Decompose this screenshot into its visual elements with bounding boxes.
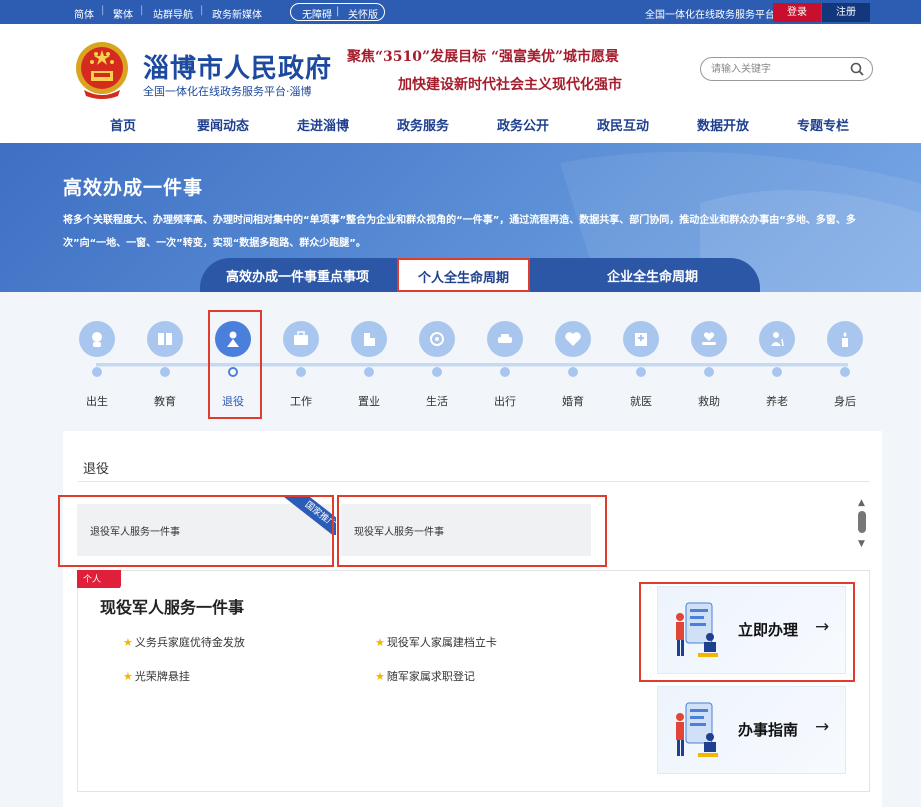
stage-label: 养老 [766,395,788,408]
site-title: 淄博市人民政府 [143,54,333,84]
service-item[interactable]: ★ 义务兵家庭优待金发放 [123,634,245,650]
register-button[interactable]: 注册 [822,3,870,22]
accessibility-group: 无障碍 | 关怀版 [290,3,385,21]
search-icon[interactable] [850,62,864,76]
stage-dot [432,367,442,377]
service-detail: 个人 现役军人服务一件事 ★ 义务兵家庭优待金发放 ★ 现役军人家属建档立卡 ★ 光荣… [77,570,870,792]
hospital-icon [623,321,659,357]
site-nav-link[interactable]: 站群导航 [153,6,193,21]
tab-enterprise-lifecycle[interactable]: 企业全生命周期 [607,266,698,285]
book-icon [147,321,183,357]
scrollbar-thumb[interactable] [858,511,866,533]
login-button[interactable]: 登录 [773,3,821,22]
highlight-frame [58,495,334,567]
divider: | [101,5,105,16]
national-emblem-icon [76,42,128,99]
scroll-up-arrow-icon[interactable]: ▲ [858,498,865,508]
service-item[interactable]: ★ 随军家属求职登记 [375,668,475,684]
divider: | [200,5,204,16]
stage-label: 出行 [494,395,516,408]
heart-icon [555,321,591,357]
divider: | [336,6,340,17]
briefcase-icon [283,321,319,357]
top-utility-bar: 简体 | 繁体 | 站群导航 | 政务新媒体 无障碍 | 关怀版 全国一体化在线… [0,0,921,24]
active-stage-highlight [208,310,262,419]
star-icon: ★ [375,636,385,649]
nav-item-gov-services[interactable]: 政务服务 [397,115,449,134]
banner: 高效办成一件事 将多个关联程度大、办理频率高、办理时间相对集中的“单项事”整合为… [0,143,921,292]
stage-label: 救助 [698,395,720,408]
slogan-line1: 聚焦“3510”发展目标 “强富美优”城市愿景 [347,49,620,65]
highlight-frame [337,495,607,567]
tag-label: 个人 [83,575,102,585]
stage-label: 置业 [358,395,380,408]
stage-dot [772,367,782,377]
highlight-frame [639,582,855,682]
nav-item-news[interactable]: 要闻动态 [197,115,249,134]
stage-label: 工作 [290,395,312,408]
people-working-illustration [676,702,718,757]
panel-title: 退役 [83,462,110,477]
traditional-chinese-link[interactable]: 繁体 [113,6,133,21]
nav-item-about-zibo[interactable]: 走进淄博 [297,115,349,134]
tab-key-items[interactable]: 高效办成一件事重点事项 [226,266,369,285]
stage-label: 出生 [86,395,108,408]
tab-personal-lifecycle-label: 个人全生命周期 [418,271,510,286]
stage-dot [568,367,578,377]
personal-tag: 个人 [77,570,121,588]
service-panel: 退役 退役军人服务一件事 国家推广 现役军人服务一件事 ▲ ▼ 个人 现役军人服… [58,431,882,807]
nav-item-open-data[interactable]: 数据开放 [697,115,749,134]
stage-label: 婚育 [562,395,584,408]
service-guide-button[interactable]: 办事指南 → [657,686,846,774]
star-icon: ★ [375,670,385,683]
cup-icon [419,321,455,357]
site-subtitle: 全国一体化在线政务服务平台·淄博 [143,85,312,98]
search-input[interactable] [711,61,841,77]
simplified-chinese-link[interactable]: 简体 [74,6,94,21]
accessible-mode-link[interactable]: 无障碍 [302,6,332,21]
divider: | [140,5,144,16]
nav-item-home[interactable]: 首页 [110,115,136,134]
car-icon [487,321,523,357]
slogan-line2: 加快建设新时代社会主义现代化强市 [398,77,622,93]
baby-icon [79,321,115,357]
site-header: 淄博市人民政府 全国一体化在线政务服务平台·淄博 聚焦“3510”发展目标 “强… [0,24,921,143]
stage-label: 就医 [630,395,652,408]
stage-label: 身后 [834,395,856,408]
stage-label: 生活 [426,395,448,408]
tab-personal-lifecycle[interactable]: 个人全生命周期 [397,258,530,292]
arrow-right-icon: → [815,717,830,737]
building-icon [351,321,387,357]
elder-icon [759,321,795,357]
candle-icon [827,321,863,357]
care-mode-link[interactable]: 关怀版 [348,6,378,21]
search-box [700,57,873,81]
platform-label: 全国一体化在线政务服务平台: [645,10,779,21]
star-icon: ★ [123,636,133,649]
stage-dot [840,367,850,377]
stage-dot [364,367,374,377]
stage-dot [92,367,102,377]
stage-dot [160,367,170,377]
banner-title: 高效办成一件事 [63,177,204,199]
nav-item-gov-affairs[interactable]: 政务公开 [497,115,549,134]
service-item[interactable]: ★ 现役军人家属建档立卡 [375,634,497,650]
scroll-down-arrow-icon[interactable]: ▼ [858,539,865,549]
service-guide-label: 办事指南 [738,721,799,739]
nav-item-interaction[interactable]: 政民互动 [597,115,649,134]
nav-item-special-topics[interactable]: 专题专栏 [797,115,849,134]
divider [78,481,870,482]
stage-dot [704,367,714,377]
stage-dot [296,367,306,377]
star-icon: ★ [123,670,133,683]
service-item[interactable]: ★ 光荣牌悬挂 [123,668,190,684]
banner-description: 将多个关联程度大、办理频率高、办理时间相对集中的“单项事”整合为企业和群众视角的… [63,215,856,249]
new-media-link[interactable]: 政务新媒体 [212,6,262,21]
stage-label: 教育 [154,395,176,408]
helping-hand-icon [691,321,727,357]
stage-dot [500,367,510,377]
detail-title: 现役军人服务一件事 [100,598,245,617]
stage-dot [636,367,646,377]
